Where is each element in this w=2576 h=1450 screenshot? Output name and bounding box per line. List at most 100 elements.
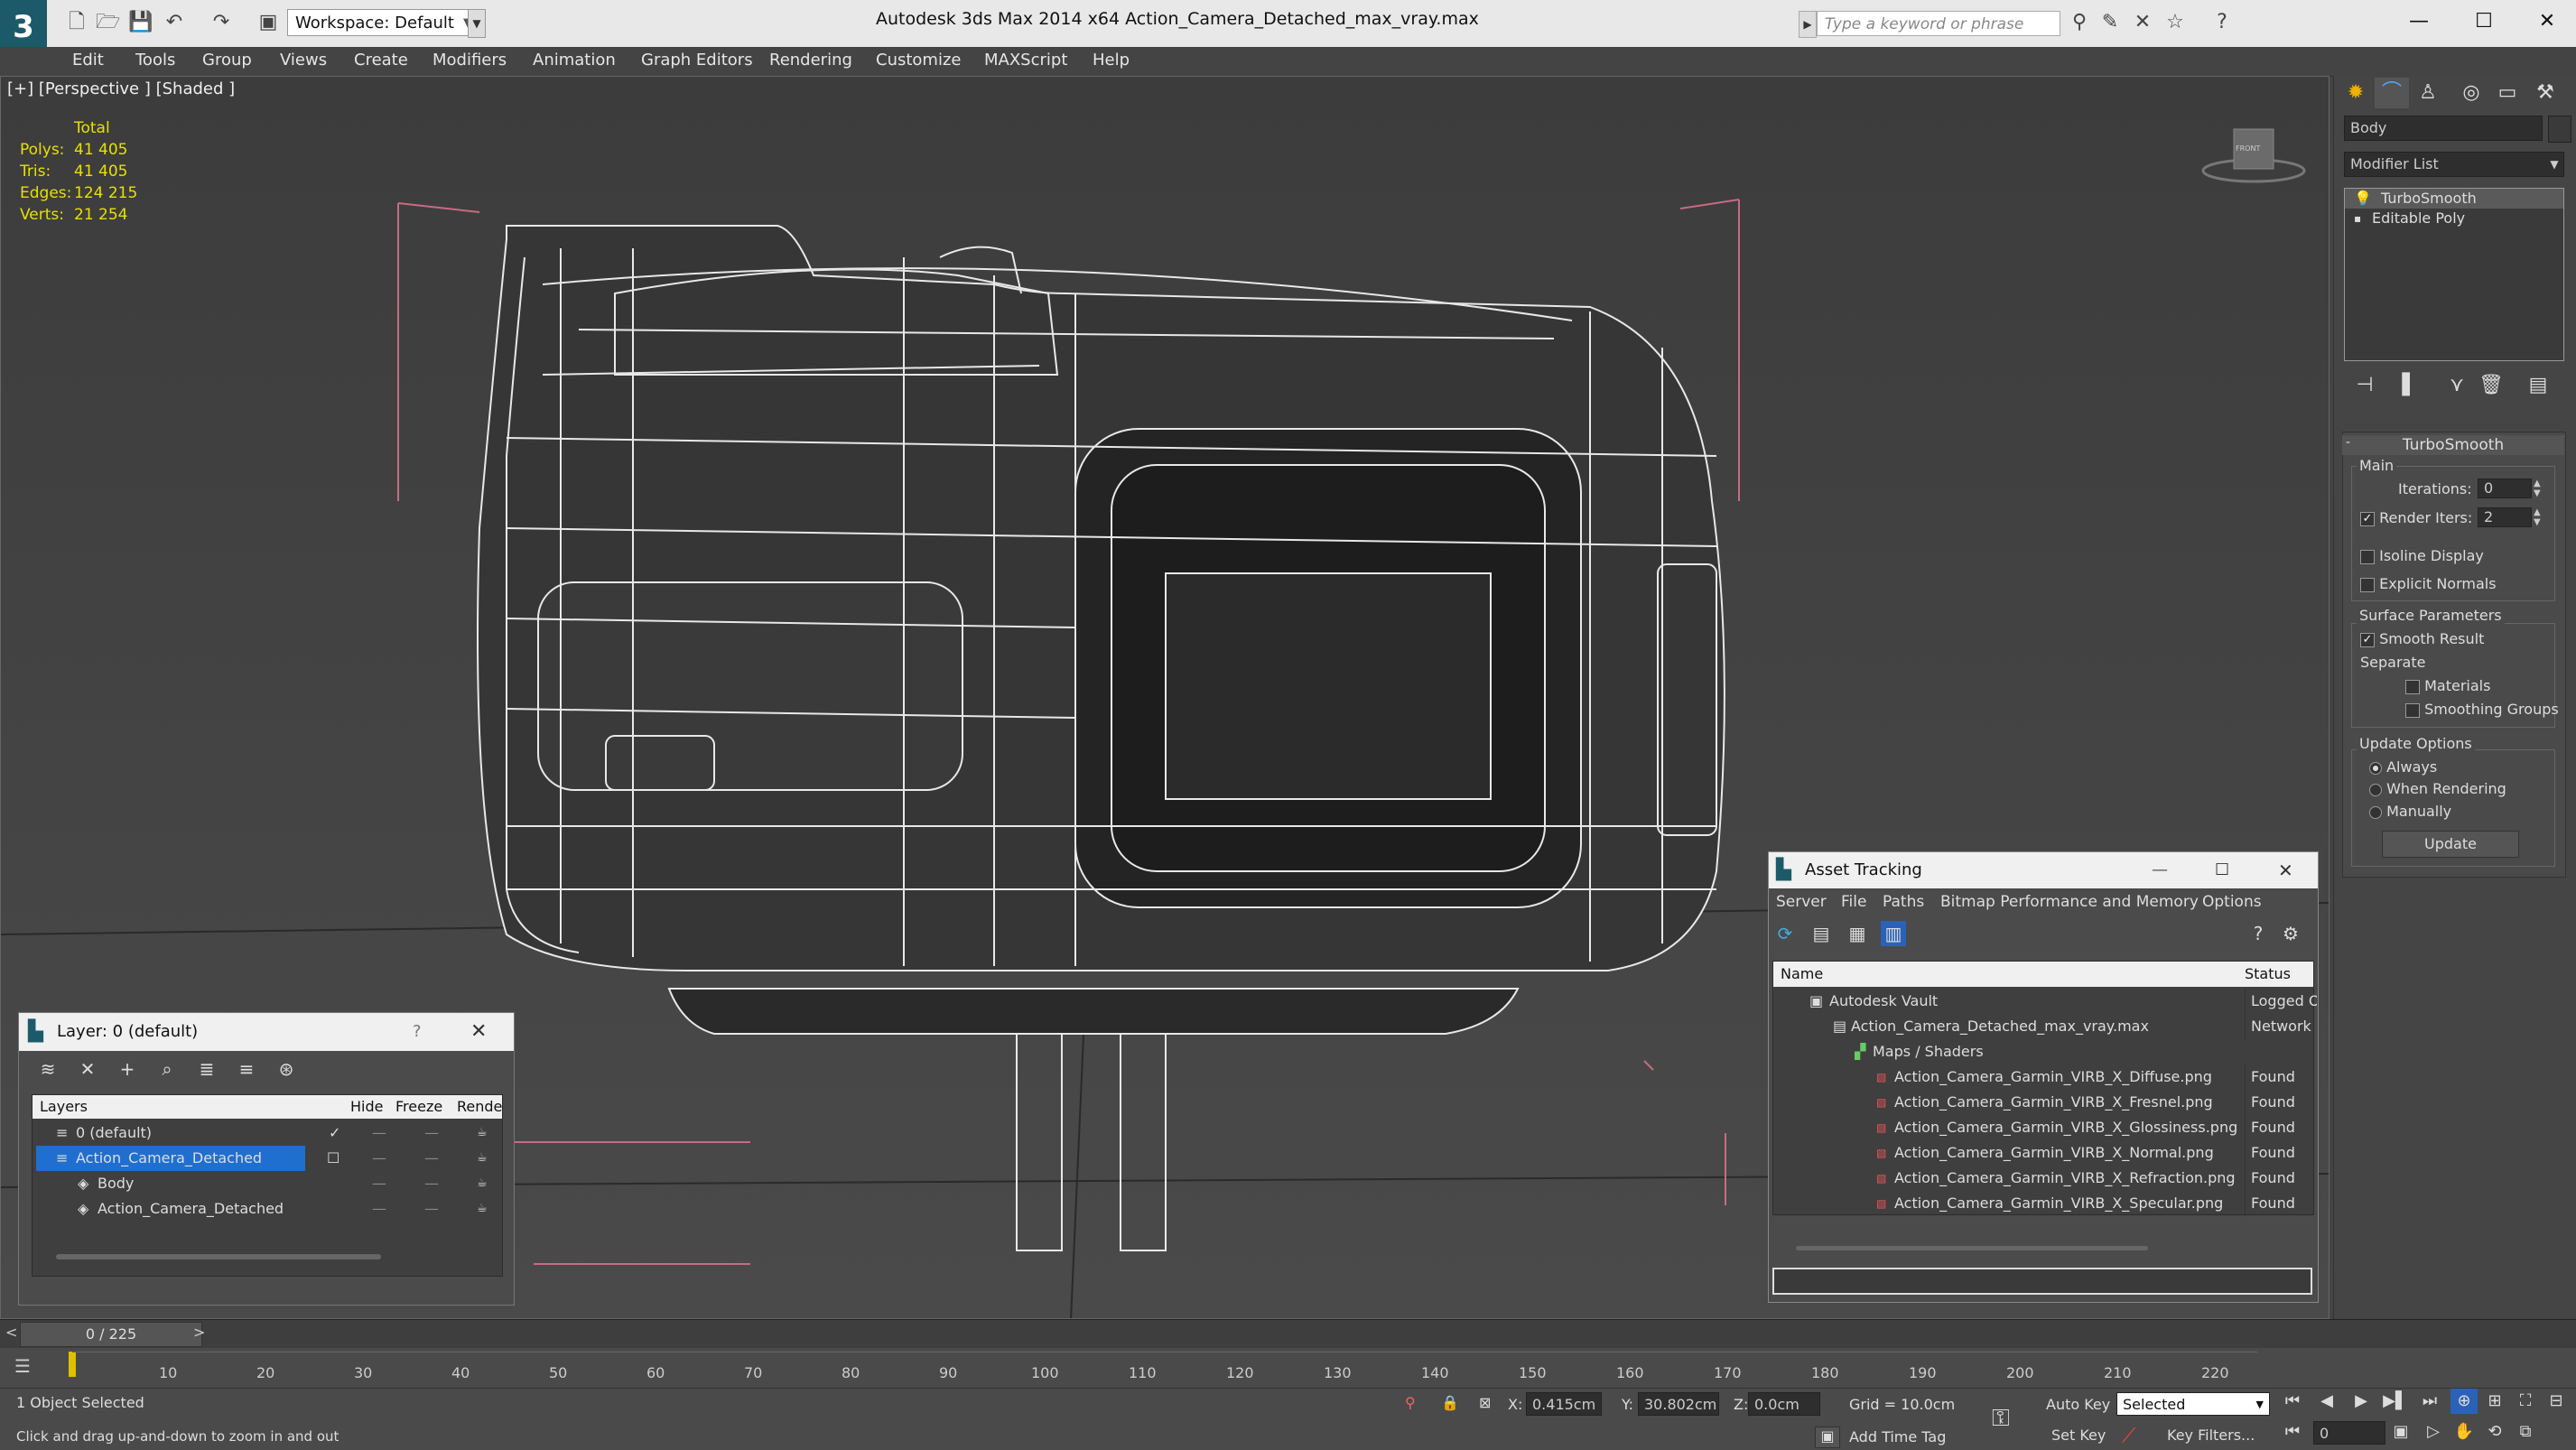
utilities-tab-icon[interactable]: ⚒ <box>2528 78 2562 108</box>
maximize-viewport-icon[interactable]: ⧉ <box>2512 1419 2539 1445</box>
communication-center-icon[interactable]: ✎ <box>2098 11 2122 34</box>
settings-icon[interactable]: ⚙ <box>2278 921 2303 946</box>
y-coordinate-field[interactable]: 30.802cm <box>1638 1392 1719 1416</box>
select-layer-icon[interactable]: ≣ <box>194 1056 219 1082</box>
hide-toggle[interactable]: — <box>372 1120 386 1146</box>
show-end-result-icon[interactable]: ▌ <box>2393 370 2427 401</box>
col-freeze[interactable]: Freeze <box>395 1095 442 1119</box>
object-color-swatch[interactable] <box>2548 116 2571 143</box>
3dsmax-logo-icon[interactable]: 3 <box>0 0 47 54</box>
stack-item-editable-poly[interactable]: ▪ Editable Poly <box>2345 209 2563 228</box>
menu-rendering[interactable]: Rendering <box>769 47 852 74</box>
menu-create[interactable]: Create <box>354 47 408 74</box>
prev-frame-arrow-icon[interactable]: < <box>5 1324 17 1341</box>
select-objects-icon[interactable]: ⌕ <box>154 1056 180 1082</box>
layer-row[interactable]: ≡ 0 (default) ✓ — — ☕ <box>33 1120 493 1146</box>
menu-graph-editors[interactable]: Graph Editors <box>641 47 753 74</box>
remove-modifier-icon[interactable]: 🗑 <box>2474 370 2508 401</box>
render-teapot-icon[interactable]: ☕ <box>477 1196 488 1222</box>
render-teapot-icon[interactable]: ☕ <box>477 1171 488 1196</box>
go-to-start-icon[interactable]: ⏮ <box>2279 1389 2306 1414</box>
workspace-arrow-button[interactable]: ▼ <box>468 9 486 38</box>
asset-row[interactable]: ▧ Action_Camera_Garmin_VIRB_X_Diffuse.png… <box>1777 1064 2317 1090</box>
isoline-checkbox[interactable] <box>2360 549 2375 564</box>
next-frame-icon[interactable]: ▶▌ <box>2382 1389 2409 1414</box>
maximize-button[interactable]: ☐ <box>2461 5 2506 38</box>
update-button[interactable]: Update <box>2382 831 2519 858</box>
hide-unhide-all-icon[interactable]: ⊛ <box>274 1056 299 1082</box>
key-filters-button[interactable]: Key Filters... <box>2167 1427 2255 1444</box>
time-slider-thumb[interactable]: 0 / 225 <box>20 1322 202 1347</box>
freeze-toggle[interactable]: — <box>424 1120 439 1146</box>
col-render[interactable]: Rende <box>457 1095 502 1119</box>
explicit-normals-checkbox[interactable] <box>2360 577 2375 592</box>
previous-frame-icon[interactable]: ◀ <box>2313 1389 2340 1414</box>
hierarchy-tab-icon[interactable]: ♙ <box>2411 78 2445 108</box>
asset-path-field[interactable] <box>1772 1268 2312 1295</box>
isolate-selection-icon[interactable]: ⚲ <box>1405 1394 1416 1411</box>
hide-toggle[interactable]: — <box>372 1171 386 1196</box>
key-mode-dropdown[interactable]: Selected ▼ <box>2116 1392 2270 1416</box>
add-time-tag[interactable]: Add Time Tag <box>1849 1428 1946 1445</box>
workspace-dropdown[interactable]: Workspace: Default▼ <box>287 9 479 36</box>
horizontal-scrollbar[interactable] <box>1796 1246 2148 1250</box>
mini-curve-editor-icon[interactable]: ☰ <box>14 1355 31 1377</box>
open-file-icon[interactable]: 🗁 <box>96 11 120 34</box>
horizontal-scrollbar[interactable] <box>56 1254 381 1259</box>
col-layers[interactable]: Layers <box>40 1095 88 1119</box>
set-current-layer-icon[interactable]: ≡ <box>234 1056 259 1082</box>
menu-modifiers[interactable]: Modifiers <box>432 47 507 74</box>
menu-maxscript[interactable]: MAXScript <box>984 47 1067 74</box>
menu-edit[interactable]: Edit <box>72 47 104 74</box>
close-button[interactable]: ✕ <box>2525 5 2570 38</box>
render-iters-spinner[interactable]: 2 <box>2478 507 2532 527</box>
layer-row[interactable]: ◈ Body — — ☕ <box>33 1171 493 1196</box>
binoculars-icon[interactable]: ⚲ <box>2068 11 2091 34</box>
create-tab-icon[interactable]: ✹ <box>2339 78 2373 108</box>
help-icon[interactable]: ? <box>2210 11 2234 34</box>
layer-dialog-titlebar[interactable]: ▙ Layer: 0 (default) ? ✕ <box>19 1013 514 1051</box>
viewport-label-menu[interactable]: [+] [Perspective ] [Shaded ] <box>7 79 235 98</box>
menu-views[interactable]: Views <box>280 47 327 74</box>
new-layer-icon[interactable]: ≋ <box>35 1056 60 1082</box>
current-frame-field[interactable]: 0 <box>2313 1421 2385 1445</box>
list-view-icon[interactable]: ▤ <box>1809 921 1834 946</box>
set-key-mode-icon[interactable]: ⚿ <box>1992 1405 2010 1433</box>
asset-row[interactable]: ▞ Maps / Shaders <box>1777 1039 2317 1064</box>
pin-stack-icon[interactable]: ⊣ <box>2348 370 2382 401</box>
make-unique-icon[interactable]: ⋎ <box>2440 370 2474 401</box>
asset-menu-file[interactable]: File <box>1841 888 1866 916</box>
orbit-icon[interactable]: ⟲ <box>2481 1419 2508 1445</box>
pan-view-icon[interactable]: ✋ <box>2450 1419 2478 1445</box>
help-icon[interactable]: ? <box>2246 921 2271 946</box>
zoom-extents-all-icon[interactable]: ⊟ <box>2543 1389 2570 1414</box>
search-input[interactable]: Type a keyword or phrase <box>1817 11 2060 36</box>
menu-tools[interactable]: Tools <box>135 47 175 74</box>
when-rendering-radio[interactable] <box>2369 783 2382 796</box>
x-coordinate-field[interactable]: 0.415cm <box>1526 1392 1602 1416</box>
table-view-icon[interactable]: ▥ <box>1881 921 1906 946</box>
spinner-arrows-icon[interactable]: ▲ ▼ <box>2534 479 2541 498</box>
modifier-list-dropdown[interactable]: Modifier List <box>2344 152 2564 177</box>
delete-layer-icon[interactable]: ✕ <box>75 1056 100 1082</box>
manually-radio[interactable] <box>2369 805 2382 819</box>
smooth-result-checkbox[interactable]: ✓ <box>2360 632 2375 647</box>
asset-row[interactable]: ▣ Autodesk Vault Logged O <box>1777 989 2317 1014</box>
next-frame-arrow-icon[interactable]: > <box>193 1324 205 1341</box>
absolute-mode-icon[interactable]: ⊠ <box>1479 1394 1491 1411</box>
time-slider[interactable]: < 0 / 225 > <box>0 1319 2576 1349</box>
track-bar[interactable]: ☰ 10 20 30 40 50 60 70 80 90 100 110 120… <box>0 1348 2576 1388</box>
save-icon[interactable]: 💾 <box>128 11 153 34</box>
lightbulb-icon[interactable]: 💡 <box>2354 189 2372 209</box>
time-tag-icon[interactable]: ▣ <box>1815 1427 1840 1448</box>
asset-row[interactable]: ▧ Action_Camera_Garmin_VIRB_X_Fresnel.png… <box>1777 1090 2317 1115</box>
z-coordinate-field[interactable]: 0.0cm <box>1748 1392 1820 1416</box>
asset-menu-paths[interactable]: Paths <box>1883 888 1924 916</box>
asset-row[interactable]: ▧ Action_Camera_Garmin_VIRB_X_Normal.png F… <box>1777 1140 2317 1166</box>
menu-animation[interactable]: Animation <box>533 47 616 74</box>
expand-plus-icon[interactable]: ▪ <box>2354 209 2361 228</box>
zoom-extents-icon[interactable]: ⛶ <box>2512 1389 2539 1414</box>
set-key-button[interactable]: Set Key <box>2051 1427 2106 1444</box>
field-of-view-icon[interactable]: ▷ <box>2420 1419 2447 1445</box>
refresh-icon[interactable]: ⟳ <box>1772 921 1798 946</box>
